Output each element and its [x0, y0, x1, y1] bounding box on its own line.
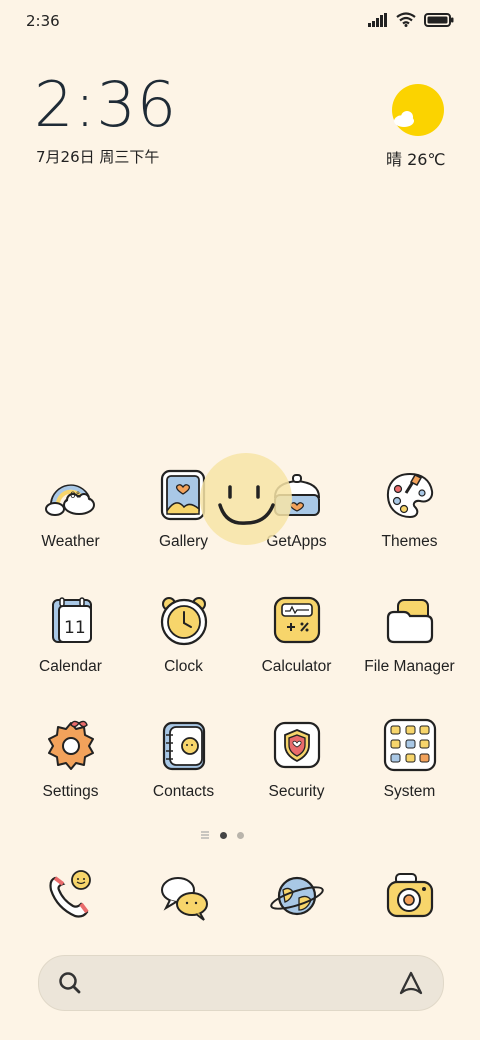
sun-cloud-icon[interactable]	[392, 84, 444, 136]
app-label: Contacts	[152, 783, 215, 800]
app-label: Security	[268, 783, 325, 800]
status-icons	[368, 12, 454, 27]
app-weather[interactable]: 0° Weather	[14, 455, 127, 580]
app-gallery[interactable]: Gallery	[127, 455, 240, 580]
camera-icon[interactable]	[382, 868, 438, 924]
weather-app-icon[interactable]: 0°	[43, 467, 99, 523]
list-view-icon[interactable]	[200, 830, 210, 840]
status-time: 2:36	[26, 12, 60, 30]
weather-icon-text: 0°	[70, 491, 80, 501]
app-label: Themes	[381, 533, 438, 550]
app-row: 11 Calendar Clock Calculator File Manage…	[14, 580, 466, 705]
browser-icon[interactable]	[269, 868, 325, 924]
app-label: Settings	[42, 783, 99, 800]
app-grid: 0° Weather Gallery GetApps Themes 11 Cal…	[14, 455, 466, 830]
app-label: System	[383, 783, 436, 800]
calculator-app-icon[interactable]	[269, 592, 325, 648]
calendar-icon-text: 11	[64, 618, 86, 638]
battery-icon	[424, 12, 454, 27]
messages-icon[interactable]	[156, 868, 212, 924]
app-themes[interactable]: Themes	[353, 455, 466, 580]
security-app-icon[interactable]	[269, 717, 325, 773]
app-label: GetApps	[266, 533, 327, 550]
app-row: Settings Contacts Security System	[14, 705, 466, 830]
clock-widget-date[interactable]: 7月26日 周三下午	[36, 146, 159, 167]
system-folder-icon[interactable]	[382, 717, 438, 773]
assistant-icon[interactable]	[397, 969, 425, 997]
app-row: 0° Weather Gallery GetApps Themes	[14, 455, 466, 580]
file-manager-app-icon[interactable]	[382, 592, 438, 648]
app-calculator[interactable]: Calculator	[240, 580, 353, 705]
clock-widget-time[interactable]: 2:36	[34, 74, 177, 136]
app-clock[interactable]: Clock	[127, 580, 240, 705]
app-label: Calculator	[261, 658, 332, 675]
clock-app-icon[interactable]	[156, 592, 212, 648]
dock-camera[interactable]	[353, 862, 466, 932]
getapps-app-icon[interactable]	[269, 467, 325, 523]
app-label: Weather	[41, 533, 100, 550]
app-getapps[interactable]: GetApps	[240, 455, 353, 580]
phone-icon[interactable]	[43, 868, 99, 924]
contacts-app-icon[interactable]	[156, 717, 212, 773]
app-label: Calendar	[39, 658, 102, 675]
themes-app-icon[interactable]	[382, 467, 438, 523]
dock-browser[interactable]	[240, 862, 353, 932]
app-security[interactable]: Security	[240, 705, 353, 830]
signal-icon	[368, 12, 387, 27]
page-dot-active[interactable]	[220, 831, 227, 839]
wifi-icon	[396, 12, 416, 27]
search-bar[interactable]	[38, 955, 444, 1011]
app-label: Clock	[164, 658, 203, 675]
app-label: Gallery	[158, 533, 209, 550]
dock	[14, 862, 466, 932]
app-calendar[interactable]: 11 Calendar	[14, 580, 127, 705]
gallery-app-icon[interactable]	[156, 467, 212, 523]
status-bar: 2:36	[0, 0, 480, 44]
search-icon[interactable]	[57, 970, 83, 996]
calendar-app-icon[interactable]: 11	[43, 592, 99, 648]
page-dot[interactable]	[237, 831, 244, 839]
dock-phone[interactable]	[14, 862, 127, 932]
app-file-manager[interactable]: File Manager	[353, 580, 466, 705]
page-indicator[interactable]	[200, 830, 244, 840]
app-settings[interactable]: Settings	[14, 705, 127, 830]
app-system-folder[interactable]: System	[353, 705, 466, 830]
weather-condition-temp[interactable]: 晴 26℃	[386, 146, 445, 170]
app-contacts[interactable]: Contacts	[127, 705, 240, 830]
dock-messages[interactable]	[127, 862, 240, 932]
app-label: File Manager	[364, 658, 455, 675]
settings-app-icon[interactable]	[43, 717, 99, 773]
